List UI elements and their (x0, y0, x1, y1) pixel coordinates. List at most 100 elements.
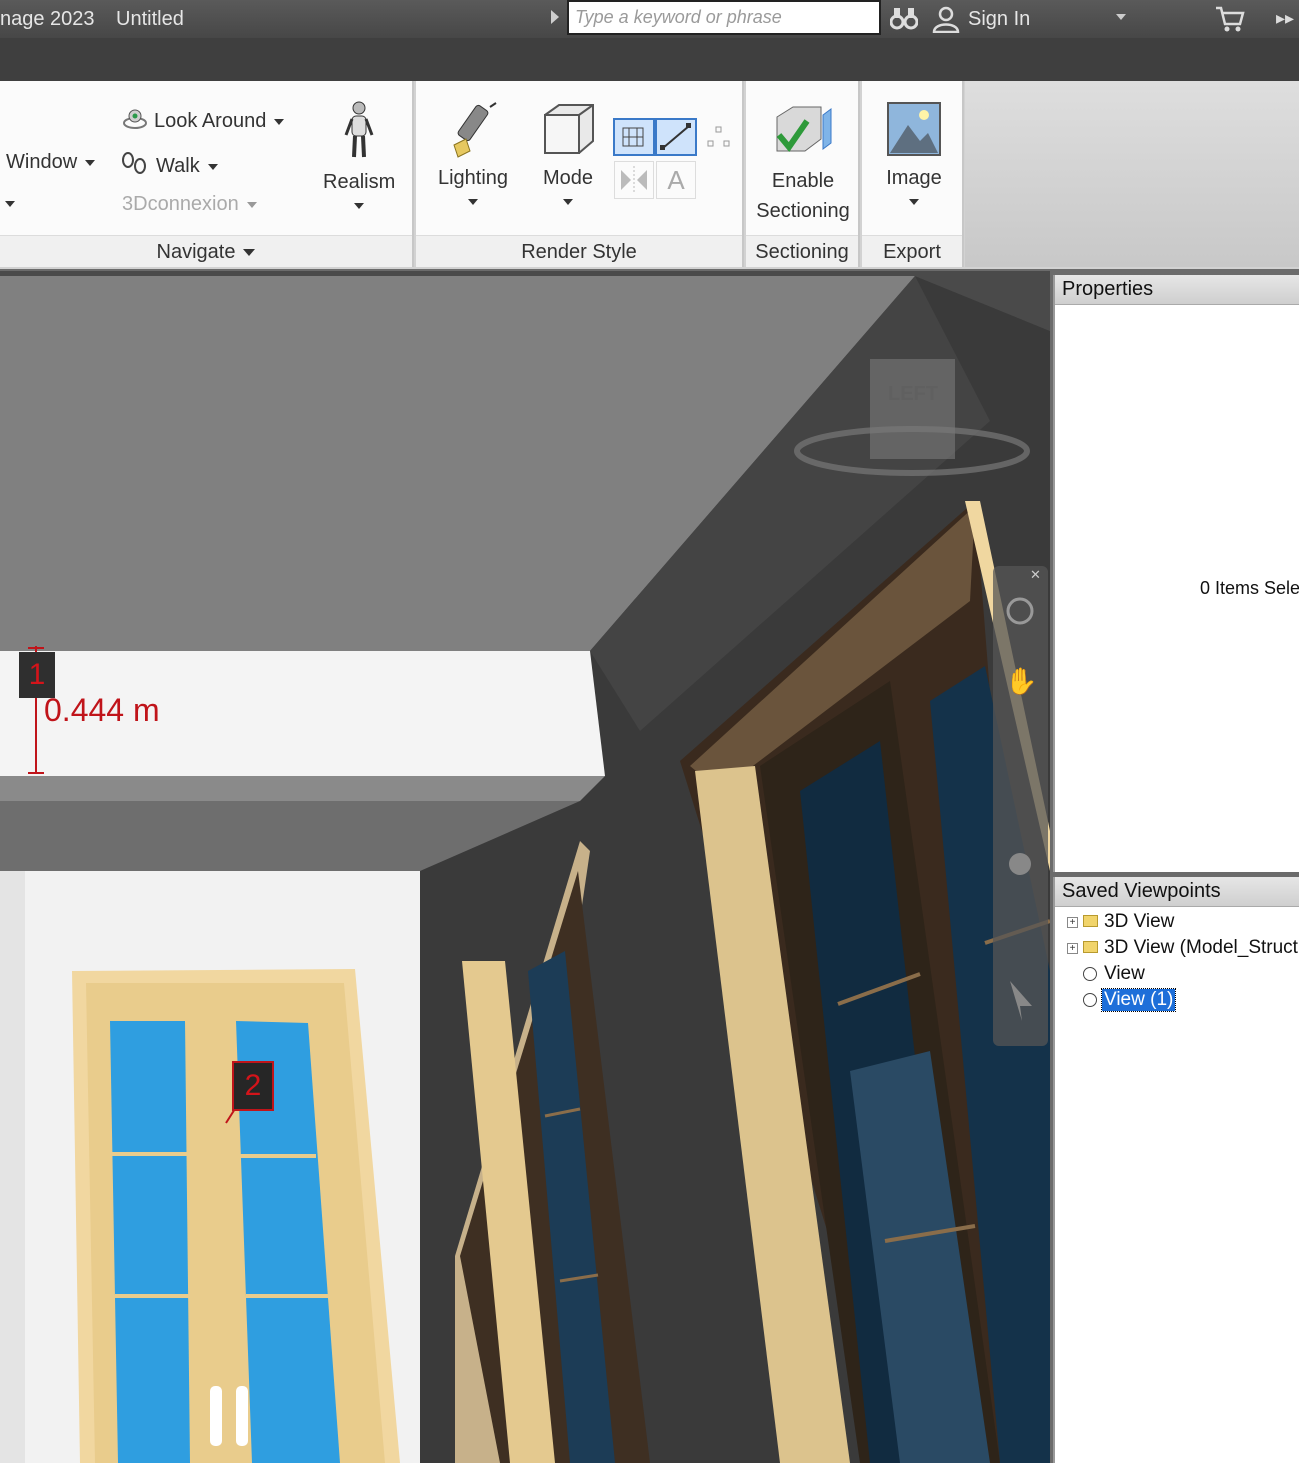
saved-viewpoints-title: Saved Viewpoints (1055, 877, 1299, 907)
render-style-panel: Lighting Mode A Render Style (416, 81, 744, 267)
quick-access-band (0, 38, 1299, 81)
app-title: nage 2023 (0, 8, 95, 30)
close-icon[interactable]: ✕ (1030, 567, 1041, 583)
viewpoint-label: View (1) (1100, 988, 1177, 1012)
pan-hand-icon[interactable]: ✋ (1005, 666, 1037, 696)
chevron-down-icon (85, 159, 96, 166)
chevron-down-icon (274, 118, 285, 125)
window-label: Window (6, 151, 78, 173)
mode-label: Mode (542, 167, 594, 189)
render-style-panel-footer: Render Style (416, 235, 742, 267)
3d-viewport[interactable]: 1 0.444 m 2 LEFT ✕ ✋ (0, 271, 1050, 1463)
viewpoints-tree: + 3D View + 3D View (Model_Structu View … (1059, 909, 1299, 1013)
look-around-icon (123, 109, 147, 129)
cube-icon (544, 104, 594, 154)
ribbon: Window Look Around Walk 3Dconnexion Real… (0, 81, 1299, 269)
look-eye-icon[interactable] (1005, 849, 1035, 879)
letter-a-icon: A (667, 165, 685, 195)
select-cursor-icon[interactable] (1005, 971, 1035, 1011)
navisworks-window: nage 2023 Untitled Sign In ▸▸ Window Loo… (0, 0, 1299, 1463)
wireframe-surfaces-toggle[interactable] (613, 118, 655, 156)
measurement-label: 0.444 m (44, 692, 160, 728)
expand-arrow-icon[interactable] (551, 10, 559, 24)
enable-sectioning-button[interactable]: Enable Sectioning (750, 103, 856, 226)
markup-tag-2[interactable]: 2 (232, 1061, 274, 1111)
realism-button[interactable]: Realism (323, 101, 395, 217)
look-around-button[interactable]: Look Around (122, 108, 285, 133)
points-toggle[interactable] (702, 121, 736, 155)
realism-label: Realism (323, 171, 396, 193)
walk-label: Walk (156, 155, 200, 177)
chevron-down-icon[interactable] (5, 201, 15, 207)
search-input[interactable] (567, 0, 881, 35)
mode-button[interactable]: Mode (536, 101, 600, 213)
properties-panel: Properties 0 Items Sele (1053, 275, 1299, 872)
viewpoint-icon (1083, 993, 1097, 1007)
viewpoint-folder[interactable]: + 3D View (1059, 909, 1299, 935)
chevron-down-icon (563, 198, 573, 205)
chevron-down-icon (207, 163, 218, 170)
image-icon (887, 102, 941, 156)
snap-points-toggle[interactable] (614, 161, 654, 199)
folder-icon (1083, 915, 1098, 927)
window-button[interactable]: Window (6, 151, 96, 174)
chevron-down-icon (468, 198, 478, 205)
snap-icon (621, 166, 647, 194)
walk-button[interactable]: Walk (120, 151, 218, 178)
navigate-panel-label: Navigate (156, 241, 236, 263)
image-export-button[interactable]: Image (872, 101, 956, 213)
surfaces-icon (622, 127, 644, 147)
viewpoint-item[interactable]: View (1059, 961, 1299, 987)
overflow-arrows-icon[interactable]: ▸▸ (1276, 8, 1294, 29)
viewpoint-label: 3D View (Model_Structu (1104, 937, 1299, 958)
properties-title: Properties (1055, 275, 1299, 305)
viewpoint-folder[interactable]: + 3D View (Model_Structu (1059, 935, 1299, 961)
threedconnexion-label: 3Dconnexion (122, 193, 239, 215)
folder-icon (1083, 941, 1098, 953)
user-icon[interactable] (932, 5, 960, 39)
enable-sectioning-icon (776, 106, 832, 152)
saved-viewpoints-panel: Saved Viewpoints + 3D View + 3D View (Mo… (1053, 877, 1299, 1463)
navigate-panel-footer[interactable]: Navigate (0, 235, 412, 267)
export-panel: Image Export (862, 81, 964, 267)
chevron-down-icon (246, 201, 257, 208)
flashlight-icon (453, 102, 497, 158)
enable-label: Enable (771, 170, 835, 192)
chevron-down-icon (909, 198, 919, 205)
viewcube-face-label[interactable]: LEFT (872, 383, 954, 406)
look-around-label: Look Around (154, 110, 267, 132)
text-toggle[interactable]: A (656, 161, 696, 199)
title-bar: nage 2023 Untitled Sign In ▸▸ (0, 0, 1299, 38)
document-title: Untitled (116, 8, 184, 30)
sectioning-panel: Enable Sectioning Sectioning (746, 81, 860, 267)
lighting-button[interactable]: Lighting (433, 101, 513, 213)
viewpoint-label: View (1104, 963, 1145, 984)
viewpoint-icon (1083, 967, 1097, 981)
lighting-label: Lighting (437, 167, 509, 189)
footprints-icon (122, 152, 146, 174)
viewpoint-label: 3D View (1104, 911, 1175, 932)
sign-in-dropdown-icon[interactable] (1116, 14, 1126, 20)
render-style-panel-label: Render Style (521, 241, 637, 263)
cart-icon[interactable] (1214, 5, 1246, 39)
figure-icon (344, 101, 374, 158)
sectioning-panel-footer: Sectioning (746, 235, 858, 267)
sectioning-panel-label: Sectioning (755, 241, 849, 263)
binoculars-icon[interactable] (889, 5, 919, 37)
export-panel-footer: Export (862, 235, 962, 267)
scene-render (0, 271, 1050, 1463)
ribbon-empty-area (965, 81, 1299, 267)
navigate-panel: Window Look Around Walk 3Dconnexion Real… (0, 81, 414, 267)
viewpoint-item-selected[interactable]: View (1) (1059, 987, 1299, 1013)
sectioning-label: Sectioning (756, 200, 850, 222)
sign-in-link[interactable]: Sign In (968, 8, 1030, 31)
steering-wheel-icon[interactable] (1005, 596, 1035, 626)
threedconnexion-button[interactable]: 3Dconnexion (122, 193, 257, 216)
lines-toggle[interactable] (655, 118, 697, 156)
points-icon (707, 126, 730, 147)
image-label: Image (886, 167, 942, 189)
export-panel-label: Export (883, 241, 941, 263)
expand-plus-icon[interactable]: + (1067, 943, 1078, 954)
expand-plus-icon[interactable]: + (1067, 917, 1078, 928)
chevron-down-icon (243, 249, 256, 257)
